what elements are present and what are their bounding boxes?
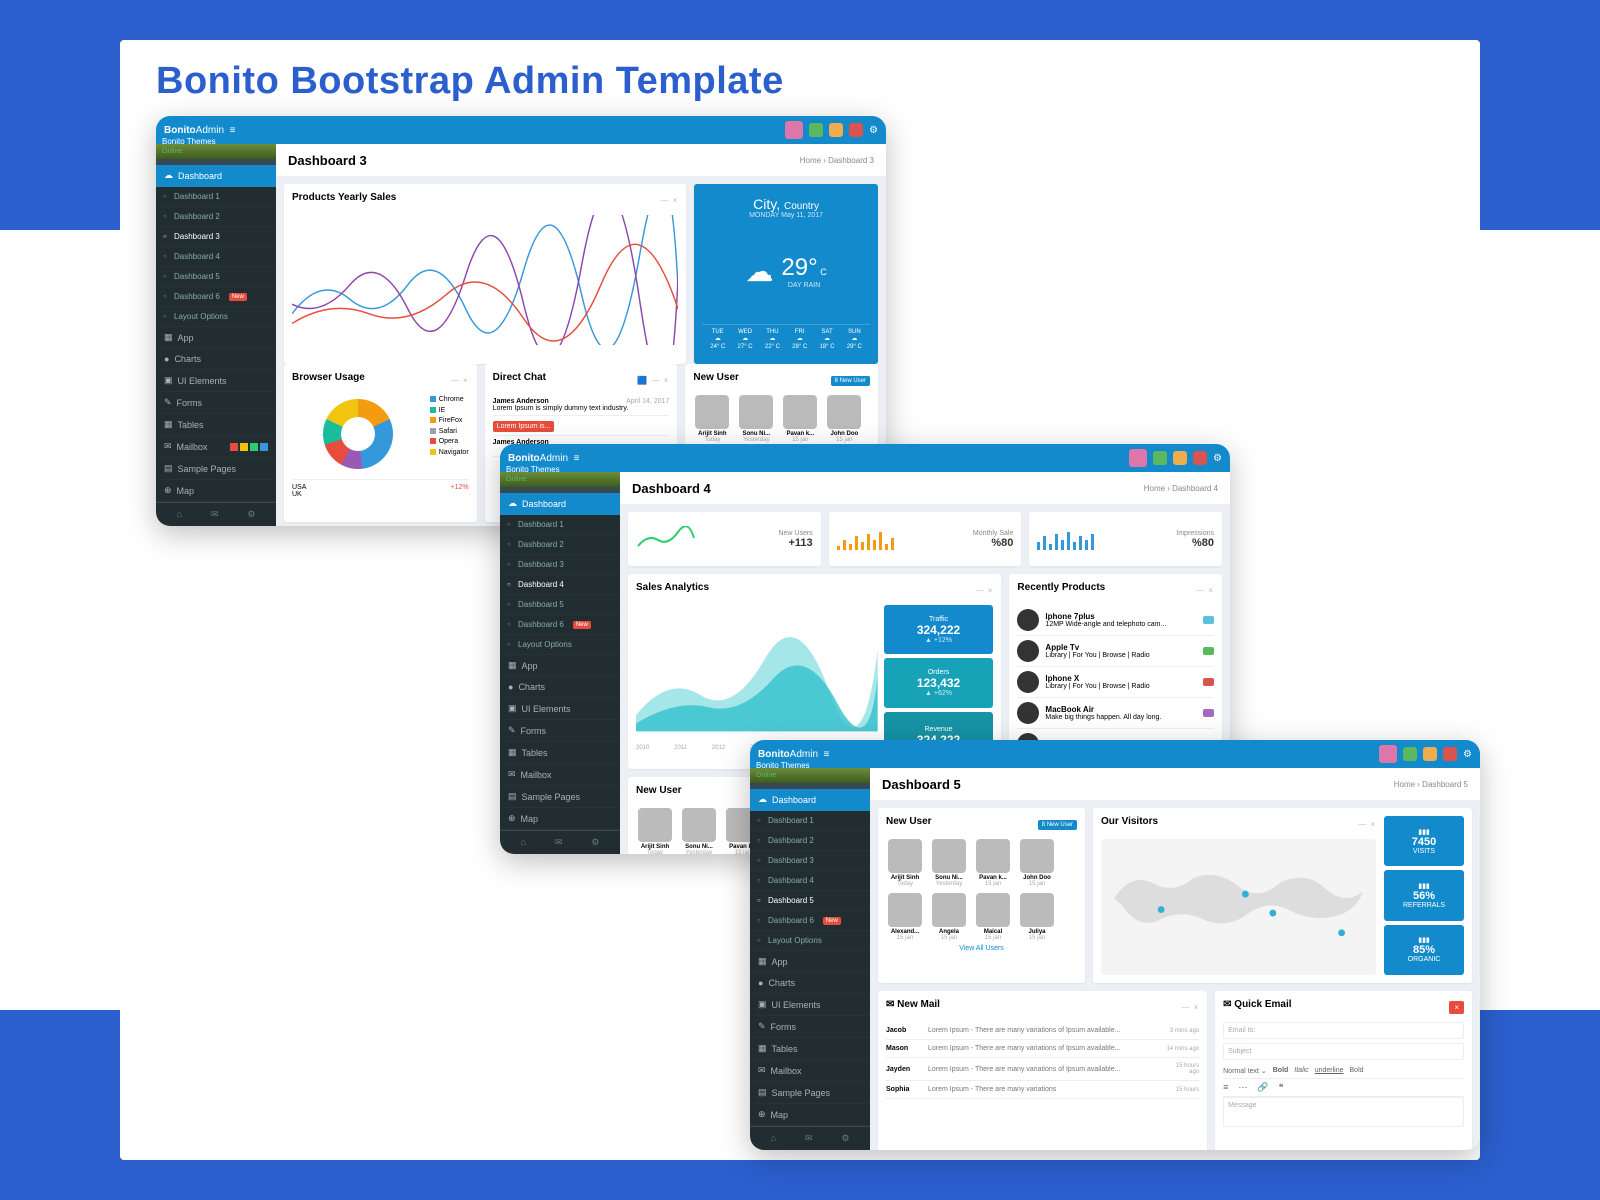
user-tile[interactable]: Arijit SinhToday (693, 395, 731, 443)
mail-row[interactable]: MasonLorem Ipsum - There are many variat… (886, 1040, 1199, 1058)
world-map[interactable] (1101, 839, 1376, 975)
user-tile[interactable]: Angela15 jan (930, 893, 968, 941)
quick-email-card: ✉ Quick Email× Email to: Subject Normal … (1215, 991, 1472, 1150)
gear-icon[interactable]: ⚙ (869, 125, 878, 136)
hero-title: Bonito Bootstrap Admin Template (156, 60, 784, 103)
message-input[interactable]: Message (1223, 1097, 1464, 1127)
user-tile[interactable]: Juliya15 jan (1018, 893, 1056, 941)
browser-card: Browser Usage— × ChromeIEFireFoxSafariOp… (284, 364, 477, 522)
product-row[interactable]: Apple TvLibrary | For You | Browse | Rad… (1017, 636, 1214, 667)
sales-card: Products Yearly Sales— × (284, 184, 686, 364)
kpi-card: New Users+113 (628, 512, 821, 566)
home-icon[interactable]: ⌂ (176, 509, 181, 520)
mail-icon[interactable] (829, 123, 843, 137)
donut-chart (323, 399, 393, 469)
subject-input[interactable]: Subject (1223, 1043, 1464, 1060)
product-row[interactable]: MacBook AirMake big things happen. All d… (1017, 698, 1214, 729)
user-tile[interactable]: Sonu Ni...Yesterday (680, 808, 718, 854)
user-tile[interactable]: John Doo15 jan (1018, 839, 1056, 887)
kpi-card: Impressions%80 (1029, 512, 1222, 566)
user-tile[interactable]: Maical15 jan (974, 893, 1012, 941)
screenshot-dashboard-5: BonitoAdmin ≡ ⚙ Bonito ThemesOnline ☁ Da… (750, 740, 1480, 1150)
topbar: BonitoAdmin ≡ ⚙ (156, 116, 886, 144)
user-tile[interactable]: John Doo15 jan (825, 395, 863, 443)
new-user-card: New User8 New User Arijit SinhTodaySonu … (878, 808, 1085, 983)
notif-icon[interactable] (809, 123, 823, 137)
mail-row[interactable]: SophiaLorem Ipsum - There are many varia… (886, 1081, 1199, 1099)
visitors-card: Our Visitors— × ▮▮▮7450VISITS▮▮▮56%REFER… (1093, 808, 1472, 983)
stat-tile: ▮▮▮85%ORGANIC (1384, 925, 1464, 975)
weather-card: City, Country MONDAY May 11, 2017 ☁ 29° … (694, 184, 878, 364)
user-tile[interactable]: Pavan k...15 jan (974, 839, 1012, 887)
promo-frame: Bonito Bootstrap Admin Template BonitoAd… (120, 40, 1480, 1160)
mail-row[interactable]: JacobLorem Ipsum - There are many variat… (886, 1022, 1199, 1040)
avatar[interactable] (785, 121, 803, 139)
topbar-icons[interactable]: ⚙ (785, 121, 878, 139)
product-row[interactable]: Iphone 7plus12MP Wide-angle and telephot… (1017, 605, 1214, 636)
sidebar: Bonito ThemesOnline ☁ Dashboard Dashboar… (156, 144, 276, 526)
email-to-input[interactable]: Email to: (1223, 1022, 1464, 1039)
user-tile[interactable]: Sonu Ni...Yesterday (737, 395, 775, 443)
close-icon[interactable]: × (1449, 1001, 1464, 1014)
new-mail-card: ✉ New Mail— × JacobLorem Ipsum - There a… (878, 991, 1207, 1150)
alert-icon[interactable] (849, 123, 863, 137)
stat-tile: ▮▮▮7450VISITS (1384, 816, 1464, 866)
product-row[interactable]: Iphone XLibrary | For You | Browse | Rad… (1017, 667, 1214, 698)
user-tile[interactable]: Arijit SinhToday (636, 808, 674, 854)
mail-row[interactable]: JaydenLorem Ipsum - There are many varia… (886, 1058, 1199, 1081)
user-tile[interactable]: Sonu Ni...Yesterday (930, 839, 968, 887)
user-tile[interactable]: Arijit SinhToday (886, 839, 924, 887)
kpi-card: Monthly Sale%80 (829, 512, 1022, 566)
breadcrumb[interactable]: Home › Dashboard 3 (800, 156, 874, 165)
card-tools[interactable]: — × (660, 196, 678, 205)
stat-tile: ▮▮▮56%REFERRALS (1384, 870, 1464, 920)
gear-icon[interactable]: ⚙ (247, 509, 255, 520)
mail-icon[interactable]: ✉ (211, 509, 219, 520)
sidebar-dashboard[interactable]: ☁ Dashboard (156, 165, 276, 187)
weather-icon: ☁ (745, 255, 773, 288)
user-tile[interactable]: Pavan k...15 jan (781, 395, 819, 443)
user-tile[interactable]: Alexand...15 jan (886, 893, 924, 941)
page-header: Dashboard 3Home › Dashboard 3 (276, 144, 886, 176)
